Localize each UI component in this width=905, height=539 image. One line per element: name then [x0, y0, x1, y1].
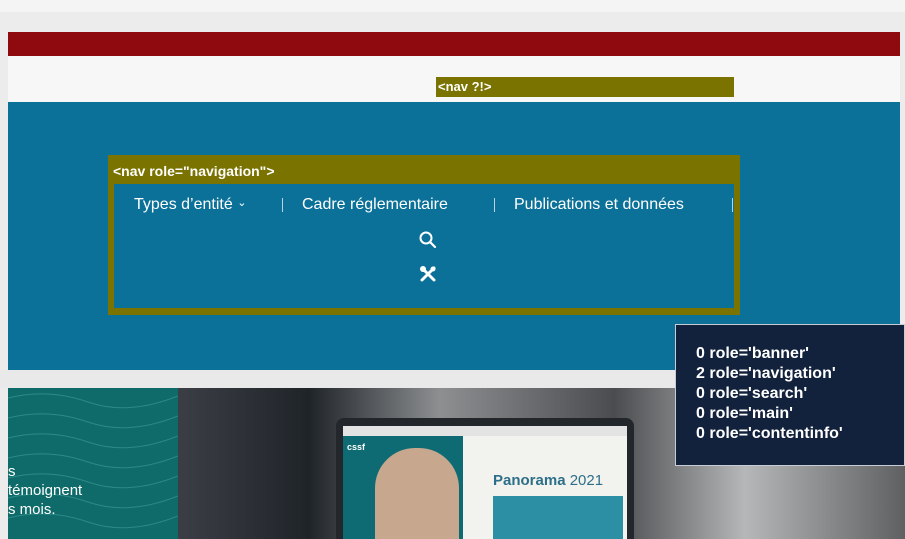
nav-item-label: Types d’entité — [134, 196, 233, 213]
hero-text-line: témoignent — [8, 482, 83, 499]
roles-line: 0 role='banner' — [696, 345, 809, 362]
nav-item-cadre-reglementaire[interactable]: Cadre réglementaire — [302, 194, 448, 216]
laptop-screen: cssf Panorama 2021 — [343, 426, 627, 539]
person-photo — [375, 448, 459, 539]
browser-bar — [343, 426, 627, 436]
cssf-logo: cssf — [347, 442, 366, 452]
nav-item-types-entite[interactable]: Types d’entité ⌄ — [134, 194, 246, 217]
red-banner-bar — [8, 32, 900, 56]
panorama-year: 2021 — [569, 472, 604, 489]
screen-tiles — [493, 496, 623, 539]
chevron-down-icon: ⌄ — [237, 197, 247, 209]
nav-separator — [732, 198, 733, 212]
search-icon[interactable] — [418, 230, 438, 250]
hero-text: s témoignent s mois. — [8, 462, 82, 519]
roles-line: 0 role='search' — [696, 385, 808, 402]
main-navigation: Types d’entité ⌄ Cadre réglementaire Pub… — [114, 184, 734, 308]
top-strip — [0, 0, 905, 12]
roles-summary-panel: 0 role='banner' 2 role='navigation' 0 ro… — [675, 324, 905, 466]
nav-item-publications-donnees[interactable]: Publications et données — [514, 194, 684, 216]
panorama-brand: Panorama — [493, 472, 566, 489]
roles-line: 0 role='contentinfo' — [696, 425, 843, 442]
hero-text-line: s — [8, 463, 16, 480]
tools-icon[interactable] — [418, 264, 438, 284]
nav-menu: Types d’entité ⌄ Cadre réglementaire Pub… — [114, 194, 734, 216]
nav-separator — [282, 198, 283, 212]
panorama-title: Panorama 2021 — [493, 472, 603, 489]
roles-line: 2 role='navigation' — [696, 365, 836, 382]
nav-overlay-label-small: <nav ?!> — [436, 77, 734, 97]
nav-separator — [494, 198, 495, 212]
hero-text-line: s mois. — [8, 501, 56, 518]
nav-overlay-label: <nav role="navigation"> — [113, 163, 275, 179]
roles-line: 0 role='main' — [696, 405, 793, 422]
